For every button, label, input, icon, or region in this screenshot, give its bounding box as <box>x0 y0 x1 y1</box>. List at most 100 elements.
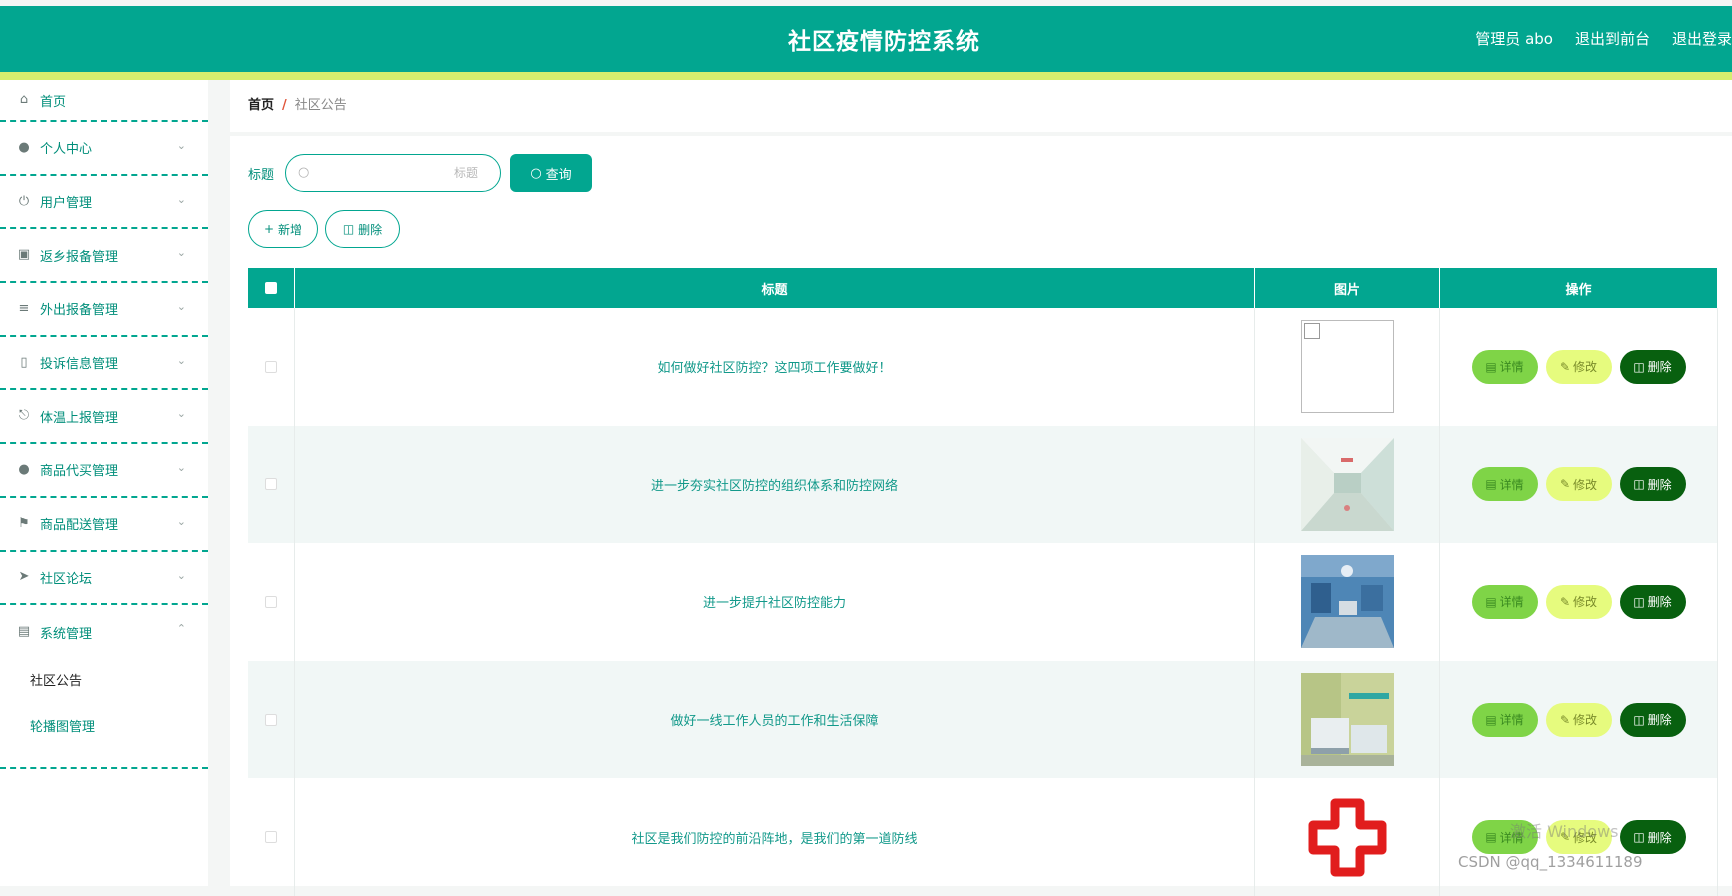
pencil-icon: ✎ <box>1559 359 1571 374</box>
row-checkbox[interactable] <box>265 595 277 608</box>
row-title[interactable]: 进一步夯实社区防控的组织体系和防控网络 <box>651 475 898 494</box>
chevron-down-icon: ⌄ <box>176 514 186 528</box>
delete-button[interactable]: ◫ 删除 <box>1619 702 1686 737</box>
chevron-up-icon: ⌃ <box>176 622 186 636</box>
app-title: 社区疫情防控系统 <box>788 29 980 55</box>
home-icon: ⌂ <box>19 92 29 107</box>
select-all-cell <box>248 268 295 308</box>
ward-image <box>1300 673 1394 767</box>
top-header: 社区疫情防控系统 管理员 abo 退出到前台 退出登录 <box>0 6 1732 72</box>
sidebar-item-profile[interactable]: ● 个人中心 ⌄ <box>0 122 208 176</box>
add-button[interactable]: + 新增 <box>248 210 318 248</box>
row-title[interactable]: 如何做好社区防控？这四项工作要做好！ <box>657 357 891 376</box>
flag-icon: ⚑ <box>18 515 30 531</box>
chevron-down-icon: ⌄ <box>176 568 186 582</box>
row-title[interactable]: 进一步提升社区防控能力 <box>703 592 846 611</box>
table-row: 进一步夯实社区防控的组织体系和防控网络 ▤ 详情 ✎ 修改 ◫ 删除 <box>248 425 1718 544</box>
sidebar-item-system[interactable]: ▤ 系统管理 ⌃ <box>0 605 208 659</box>
sidebar-item-return-report[interactable]: ▣ 返乡报备管理 ⌄ <box>0 229 208 284</box>
column-image: 图片 <box>1255 268 1440 308</box>
sidebar-item-outing-report[interactable]: ≡ 外出报备管理 ⌄ <box>0 283 208 337</box>
pencil-icon: ✎ <box>1559 477 1571 492</box>
sidebar-item-purchase[interactable]: ● 商品代买管理 ⌄ <box>0 444 208 498</box>
table-row: 进一步提升社区防控能力 ▤ 详情 ✎ 修改 ◫ 删除 <box>248 543 1718 661</box>
search-icon: ○ <box>298 165 310 180</box>
sidebar-subitem-notice[interactable]: 社区公告 <box>0 669 208 715</box>
row-title[interactable]: 社区是我们防控的前沿阵地，是我们的第一道防线 <box>631 828 917 847</box>
document-icon: ▤ <box>1485 594 1497 609</box>
send-icon: ➤ <box>18 569 30 585</box>
trash-icon: ◫ <box>1633 712 1645 727</box>
sidebar-item-users[interactable]: ⏻ 用户管理 ⌄ <box>0 176 208 230</box>
edit-button[interactable]: ✎ 修改 <box>1545 349 1612 384</box>
row-checkbox[interactable] <box>265 831 277 844</box>
sidebar-item-delivery[interactable]: ⚑ 商品配送管理 ⌄ <box>0 498 208 552</box>
user-icon: ● <box>18 461 30 477</box>
chevron-down-icon: ⌄ <box>176 300 186 314</box>
csdn-watermark: CSDN @qq_1334611189 <box>1458 853 1643 871</box>
detail-button[interactable]: ▤ 详情 <box>1471 467 1538 502</box>
table-header: 标题 图片 操作 <box>248 268 1718 308</box>
sidebar-item-forum[interactable]: ➤ 社区论坛 ⌄ <box>0 552 208 606</box>
table-row: 社区是我们防控的前沿阵地，是我们的第一道防线 ▤ 详情 ✎ 修改 ◫ 删除 <box>248 778 1718 896</box>
edit-button[interactable]: ✎ 修改 <box>1545 584 1612 619</box>
search-icon: ○ <box>530 165 542 181</box>
delete-button[interactable]: ◫ 删除 <box>1619 467 1686 502</box>
edit-button[interactable]: ✎ 修改 <box>1545 467 1612 502</box>
sidebar-item-complaints[interactable]: ▯ 投诉信息管理 ⌄ <box>0 337 208 391</box>
windows-activation-watermark: 激活 Windows <box>1510 822 1619 841</box>
breadcrumb-home[interactable]: 首页 <box>248 98 274 113</box>
trash-icon: ◫ <box>1633 477 1645 492</box>
chevron-down-icon: ⌄ <box>176 407 186 421</box>
chevron-down-icon: ⌄ <box>176 139 186 152</box>
sidebar: ⌂ 首页 ● 个人中心 ⌄ ⏻ 用户管理 ⌄ ▣ 返乡报备管理 ⌄ ≡ 外出报备… <box>0 80 208 886</box>
header-stripe <box>0 72 1732 80</box>
trash-icon: ◫ <box>1633 359 1645 374</box>
user-icon: ● <box>18 139 30 155</box>
select-all-checkbox[interactable] <box>265 282 277 294</box>
broken-image-thumbnail <box>1300 320 1394 414</box>
chevron-down-icon: ⌄ <box>176 192 186 206</box>
sidebar-subitem-carousel[interactable]: 轮播图管理 <box>0 715 208 761</box>
trash-icon: ◫ <box>342 222 355 236</box>
main-content: 首页 / 社区公告 标题 ○ ○ 查询 + 新增 ◫ 删除 标题 图片 操作 <box>230 80 1732 896</box>
notice-table: 标题 图片 操作 如何做好社区防控？这四项工作要做好！ ▤ 详情 ✎ 修改 ◫ 删除 … <box>248 268 1718 896</box>
plus-icon: + <box>263 222 275 236</box>
delete-button[interactable]: ◫ 删除 <box>1619 349 1686 384</box>
chat-icon: ▣ <box>17 247 31 263</box>
delete-button[interactable]: ◫ 删除 <box>1619 584 1686 619</box>
detail-button[interactable]: ▤ 详情 <box>1471 702 1538 737</box>
document-icon: ▤ <box>1485 477 1497 492</box>
sidebar-item-home[interactable]: ⌂ 首页 <box>0 80 208 122</box>
chart-icon: ▤ <box>17 624 31 640</box>
search-label: 标题 <box>248 168 275 183</box>
table-row: 做好一线工作人员的工作和生活保障 ▤ 详情 ✎ 修改 ◫ 删除 <box>248 660 1718 779</box>
edit-button[interactable]: ✎ 修改 <box>1545 702 1612 737</box>
detail-button[interactable]: ▤ 详情 <box>1471 584 1538 619</box>
query-button[interactable]: ○ 查询 <box>510 154 592 192</box>
row-checkbox[interactable] <box>265 360 277 373</box>
trash-icon: ◫ <box>1633 830 1645 845</box>
delete-button[interactable]: ◫ 删除 <box>1619 820 1686 855</box>
system-submenu: 社区公告 轮播图管理 <box>0 659 208 769</box>
row-title[interactable]: 做好一线工作人员的工作和生活保障 <box>670 710 878 729</box>
search-input[interactable] <box>316 162 492 184</box>
column-title: 标题 <box>295 268 1255 308</box>
sidebar-item-temperature[interactable]: ⎋ 体温上报管理 ⌄ <box>0 390 208 445</box>
row-checkbox[interactable] <box>265 478 277 491</box>
header-links: 管理员 abo 退出到前台 退出登录 <box>1475 28 1732 49</box>
chevron-down-icon: ⌄ <box>176 353 186 367</box>
search-field[interactable]: ○ <box>285 154 501 192</box>
document-icon: ▤ <box>1485 830 1497 845</box>
document-icon: ▤ <box>1485 712 1497 727</box>
row-checkbox[interactable] <box>265 713 277 726</box>
column-operations: 操作 <box>1440 268 1718 308</box>
batch-delete-button[interactable]: ◫ 删除 <box>325 210 400 248</box>
chevron-down-icon: ⌄ <box>176 246 186 260</box>
operating-room-image <box>1300 555 1394 649</box>
pencil-icon: ✎ <box>1559 594 1571 609</box>
detail-button[interactable]: ▤ 详情 <box>1471 349 1538 384</box>
mic-icon: ⎋ <box>18 408 30 424</box>
exit-to-front-link[interactable]: 退出到前台 <box>1575 28 1650 49</box>
logout-link[interactable]: 退出登录 <box>1672 28 1732 49</box>
